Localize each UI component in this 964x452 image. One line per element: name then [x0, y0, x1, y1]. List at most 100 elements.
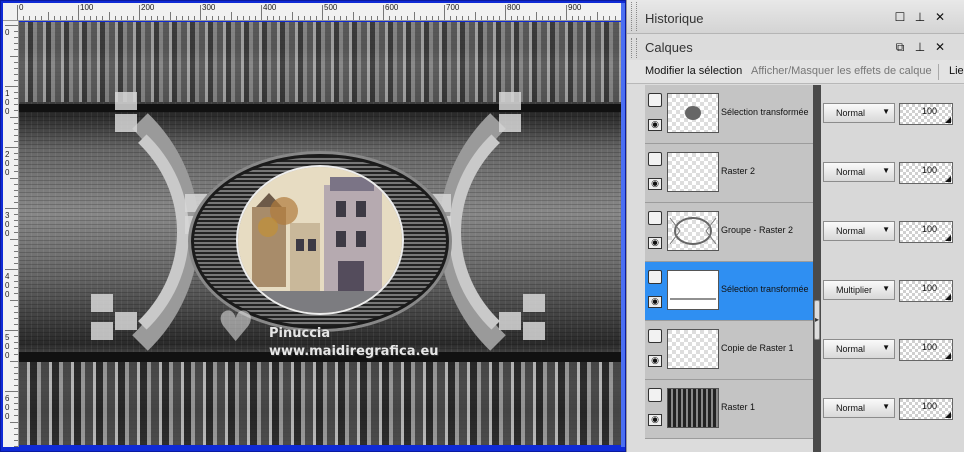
deco-square	[115, 114, 137, 132]
ruler-minor-tick	[590, 16, 592, 20]
ruler-minor-tick	[364, 16, 366, 20]
historique-title: Historique	[645, 11, 704, 26]
layer-row[interactable]: ◉ Groupe - Raster 2	[645, 203, 813, 262]
corner-resize-icon: ◢	[944, 233, 951, 242]
blend-mode-select[interactable]: Multiplier ▼	[823, 280, 895, 300]
layer-thumbnail	[667, 93, 719, 133]
layer-name: Sélection transformée	[721, 284, 809, 294]
ruler-minor-tick	[376, 16, 378, 20]
ruler-label: 0	[5, 220, 10, 229]
ruler-label: 500	[324, 3, 338, 12]
layer-thumbnail	[667, 329, 719, 369]
ruler-minor-tick	[169, 12, 171, 20]
ruler-tick	[139, 5, 140, 20]
ruler-minor-tick	[578, 16, 580, 20]
panel-grip[interactable]	[631, 38, 637, 58]
layer-row[interactable]: ◉ Copie de Raster 1	[645, 321, 813, 380]
opacity-field[interactable]: 100 ◢	[899, 280, 953, 302]
ruler-minor-tick	[498, 16, 500, 20]
restore-icon[interactable]: ⧉	[893, 40, 907, 54]
deco-square	[499, 312, 521, 330]
splitter-grip-icon[interactable]: ▸	[814, 300, 820, 340]
blend-mode-select[interactable]: Normal ▼	[823, 398, 895, 418]
panel-grip[interactable]	[631, 2, 637, 31]
eye-icon[interactable]: ◉	[648, 119, 662, 131]
layer-box-icon[interactable]	[648, 329, 662, 343]
ruler-minor-tick	[334, 16, 336, 20]
layer-row[interactable]: ◉ Raster 2	[645, 144, 813, 203]
blend-mode-select[interactable]: Normal ▼	[823, 339, 895, 359]
ruler-minor-tick	[114, 16, 116, 20]
ruler-minor-tick	[358, 16, 360, 20]
ruler-minor-tick	[340, 16, 342, 20]
close-icon[interactable]: ✕	[933, 40, 947, 54]
ruler-label: 200	[141, 3, 155, 12]
ruler-minor-tick	[413, 12, 415, 20]
toggle-layer-effects-button[interactable]: Afficher/Masquer les effets de calque	[751, 65, 932, 77]
opacity-field[interactable]: 100 ◢	[899, 398, 953, 420]
canvas-window: 0 100 200 300 400 500 600 700 800 900 01002003004…	[0, 0, 626, 452]
blend-mode-select[interactable]: Normal ▼	[823, 103, 895, 123]
deco-square	[499, 114, 521, 132]
ruler-minor-tick	[53, 16, 55, 20]
ruler-minor-tick	[14, 445, 18, 447]
historique-panel-header[interactable]: Historique ☐ ⊥ ✕	[627, 0, 964, 34]
blend-mode-select[interactable]: Normal ▼	[823, 162, 895, 182]
ruler-minor-tick	[10, 55, 18, 57]
ruler-tick	[566, 5, 567, 20]
pin-icon[interactable]: ⊥	[913, 10, 927, 24]
ruler-minor-tick	[10, 421, 18, 423]
ruler-tick	[5, 391, 18, 392]
eye-icon[interactable]: ◉	[648, 178, 662, 190]
ruler-tick	[261, 5, 262, 20]
panel-splitter[interactable]	[813, 85, 821, 452]
ruler-minor-tick	[395, 16, 397, 20]
ruler-minor-tick	[163, 16, 165, 20]
ruler-vertical[interactable]: 0100200300400500600	[3, 21, 19, 447]
ruler-label: 4	[5, 272, 10, 281]
pin-icon[interactable]: ⊥	[913, 40, 927, 54]
ruler-label: 0	[5, 412, 10, 421]
opacity-field[interactable]: 100 ◢	[899, 339, 953, 361]
layer-box-icon[interactable]	[648, 152, 662, 166]
link-button[interactable]: Lie	[949, 65, 964, 77]
ruler-minor-tick	[187, 16, 189, 20]
layer-box-icon[interactable]	[648, 270, 662, 284]
chevron-down-icon: ▼	[882, 166, 890, 175]
ruler-minor-tick	[285, 16, 287, 20]
layer-row[interactable]: ◉ Raster 1	[645, 380, 813, 439]
ruler-label: 0	[19, 3, 24, 12]
ruler-label: 0	[5, 159, 10, 168]
ruler-label: 1	[5, 89, 10, 98]
layer-box-icon[interactable]	[648, 388, 662, 402]
ruler-minor-tick	[10, 299, 18, 301]
blend-mode-select[interactable]: Normal ▼	[823, 221, 895, 241]
calques-panel-header[interactable]: Calques ⧉ ⊥ ✕	[627, 36, 964, 60]
ruler-minor-tick	[10, 238, 18, 240]
eye-icon[interactable]: ◉	[648, 414, 662, 426]
ruler-tick	[322, 5, 323, 20]
ruler-minor-tick	[315, 16, 317, 20]
layer-row-selected[interactable]: ◉ Sélection transformée	[645, 262, 813, 321]
layer-row[interactable]: ◉ Sélection transformée	[645, 85, 813, 144]
minimize-icon[interactable]: ☐	[893, 10, 907, 24]
modify-selection-button[interactable]: Modifier la sélection	[645, 65, 742, 77]
ruler-minor-tick	[559, 16, 561, 20]
ruler-horizontal[interactable]: 0 100 200 300 400 500 600 700 800 900	[3, 3, 621, 21]
layer-box-icon[interactable]	[648, 211, 662, 225]
opacity-field[interactable]: 100 ◢	[899, 162, 953, 184]
image-canvas[interactable]: ♥ Pinuccia www.maidiregrafica.eu	[19, 22, 621, 445]
eye-icon[interactable]: ◉	[648, 355, 662, 367]
opacity-value: 100	[922, 106, 938, 116]
layer-box-icon[interactable]	[648, 93, 662, 107]
layer-name: Raster 1	[721, 402, 756, 412]
close-icon[interactable]: ✕	[933, 10, 947, 24]
opacity-field[interactable]: 100 ◢	[899, 103, 953, 125]
layer-name: Copie de Raster 1	[721, 343, 794, 353]
ruler-minor-tick	[541, 16, 543, 20]
canvas-scrollbar[interactable]	[621, 3, 625, 447]
deco-square	[91, 294, 113, 312]
eye-icon[interactable]: ◉	[648, 296, 662, 308]
eye-icon[interactable]: ◉	[648, 237, 662, 249]
opacity-field[interactable]: 100 ◢	[899, 221, 953, 243]
